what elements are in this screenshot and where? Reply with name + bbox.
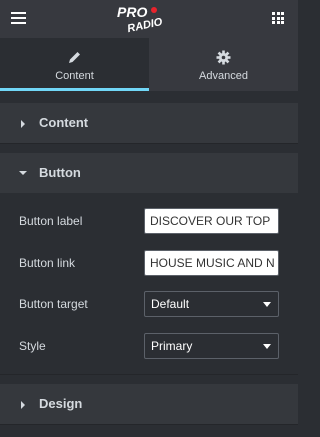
caret-down-icon (19, 171, 27, 175)
button-target-select[interactable]: Default (144, 291, 279, 317)
panel-tabs: Content Advanced (0, 38, 298, 91)
style-label: Style (19, 339, 46, 353)
button-target-label: Button target (19, 297, 88, 311)
button-target-value: Default (151, 297, 190, 311)
section-design-title: Design (39, 396, 83, 411)
gear-icon (216, 50, 231, 65)
chevron-down-icon (263, 302, 271, 307)
hamburger-icon[interactable] (11, 12, 26, 24)
section-button-title: Button (39, 165, 81, 180)
divider (0, 143, 298, 144)
style-select[interactable]: Primary (144, 333, 279, 359)
pro-radio-logo: PRO RADIO (117, 4, 164, 35)
section-content-title: Content (39, 115, 89, 130)
svg-text:PRO: PRO (117, 4, 147, 20)
chevron-down-icon (263, 344, 271, 349)
button-link-input[interactable]: HOUSE MUSIC AND N (144, 250, 279, 276)
tab-advanced[interactable]: Advanced (149, 38, 298, 91)
divider (0, 424, 298, 425)
tab-content[interactable]: Content (0, 38, 149, 91)
button-link-label: Button link (19, 256, 76, 270)
section-button-header[interactable]: Button (0, 153, 298, 193)
section-design-header[interactable]: Design (0, 384, 298, 424)
style-value: Primary (151, 339, 193, 353)
section-content-header[interactable]: Content (0, 103, 298, 143)
caret-right-icon (21, 120, 25, 128)
tab-advanced-label: Advanced (199, 70, 248, 82)
grid-icon[interactable] (272, 12, 284, 24)
divider (0, 374, 298, 375)
button-label-label: Button label (19, 214, 83, 228)
top-bar: PRO RADIO (0, 0, 298, 38)
caret-right-icon (21, 401, 25, 409)
pencil-icon (69, 50, 82, 63)
button-label-input[interactable]: DISCOVER OUR TOP (144, 208, 279, 234)
tab-content-label: Content (55, 70, 94, 82)
